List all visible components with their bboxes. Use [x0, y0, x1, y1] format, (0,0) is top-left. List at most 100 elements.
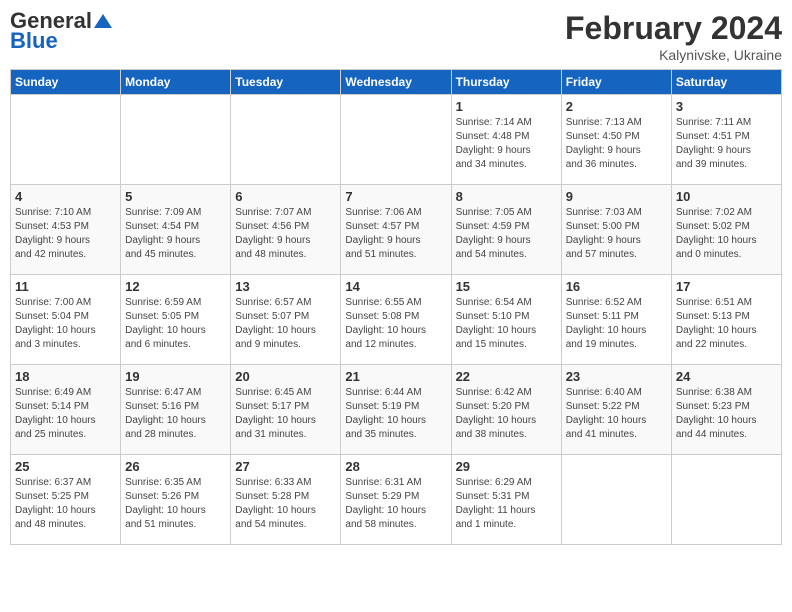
day-info: Sunrise: 6:54 AM Sunset: 5:10 PM Dayligh…: [456, 296, 557, 352]
day-cell: 17 Sunrise: 6:51 AM Sunset: 5:13 PM Dayli…: [671, 275, 781, 365]
day-number: 20: [235, 369, 336, 384]
day-cell: 3 Sunrise: 7:11 AM Sunset: 4:51 PM Daylig…: [671, 95, 781, 185]
calendar-table: SundayMondayTuesdayWednesdayThursdayFrid…: [10, 69, 782, 545]
day-number: 23: [566, 369, 667, 384]
day-info: Sunrise: 7:11 AM Sunset: 4:51 PM Dayligh…: [676, 116, 777, 172]
day-info: Sunrise: 7:14 AM Sunset: 4:48 PM Dayligh…: [456, 116, 557, 172]
day-cell: [341, 95, 451, 185]
day-info: Sunrise: 6:47 AM Sunset: 5:16 PM Dayligh…: [125, 386, 226, 442]
day-number: 5: [125, 189, 226, 204]
day-number: 29: [456, 459, 557, 474]
day-number: 27: [235, 459, 336, 474]
day-cell: 11Sunrise: 7:00 AM Sunset: 5:04 PM Dayli…: [11, 275, 121, 365]
day-number: 22: [456, 369, 557, 384]
day-cell: 21 Sunrise: 6:44 AM Sunset: 5:19 PM Dayli…: [341, 365, 451, 455]
location: Kalynivske, Ukraine: [565, 47, 782, 63]
week-row-3: 18 Sunrise: 6:49 AM Sunset: 5:14 PM Dayli…: [11, 365, 782, 455]
day-cell: 27 Sunrise: 6:33 AM Sunset: 5:28 PM Dayli…: [231, 455, 341, 545]
day-info: Sunrise: 7:10 AM Sunset: 4:53 PM Dayligh…: [15, 206, 116, 262]
day-number: 28: [345, 459, 446, 474]
day-cell: 25 Sunrise: 6:37 AM Sunset: 5:25 PM Dayli…: [11, 455, 121, 545]
day-info: Sunrise: 6:37 AM Sunset: 5:25 PM Dayligh…: [15, 476, 116, 532]
day-info: Sunrise: 7:09 AM Sunset: 4:54 PM Dayligh…: [125, 206, 226, 262]
day-cell: 22Sunrise: 6:42 AM Sunset: 5:20 PM Dayli…: [451, 365, 561, 455]
day-info: Sunrise: 6:35 AM Sunset: 5:26 PM Dayligh…: [125, 476, 226, 532]
day-header-friday: Friday: [561, 70, 671, 95]
day-info: Sunrise: 6:33 AM Sunset: 5:28 PM Dayligh…: [235, 476, 336, 532]
day-header-sunday: Sunday: [11, 70, 121, 95]
day-info: Sunrise: 6:57 AM Sunset: 5:07 PM Dayligh…: [235, 296, 336, 352]
day-number: 2: [566, 99, 667, 114]
logo-icon: [94, 14, 112, 28]
day-cell: [231, 95, 341, 185]
day-info: Sunrise: 7:13 AM Sunset: 4:50 PM Dayligh…: [566, 116, 667, 172]
day-cell: [561, 455, 671, 545]
day-number: 9: [566, 189, 667, 204]
calendar-body: 1Sunrise: 7:14 AM Sunset: 4:48 PM Daylig…: [11, 95, 782, 545]
day-number: 3: [676, 99, 777, 114]
day-cell: [671, 455, 781, 545]
day-cell: 2 Sunrise: 7:13 AM Sunset: 4:50 PM Daylig…: [561, 95, 671, 185]
day-cell: 12Sunrise: 6:59 AM Sunset: 5:05 PM Dayli…: [121, 275, 231, 365]
day-header-tuesday: Tuesday: [231, 70, 341, 95]
day-info: Sunrise: 6:44 AM Sunset: 5:19 PM Dayligh…: [345, 386, 446, 442]
day-number: 21: [345, 369, 446, 384]
day-info: Sunrise: 6:40 AM Sunset: 5:22 PM Dayligh…: [566, 386, 667, 442]
day-info: Sunrise: 6:59 AM Sunset: 5:05 PM Dayligh…: [125, 296, 226, 352]
day-cell: 26Sunrise: 6:35 AM Sunset: 5:26 PM Dayli…: [121, 455, 231, 545]
day-cell: 1Sunrise: 7:14 AM Sunset: 4:48 PM Daylig…: [451, 95, 561, 185]
day-info: Sunrise: 6:49 AM Sunset: 5:14 PM Dayligh…: [15, 386, 116, 442]
day-cell: [121, 95, 231, 185]
day-info: Sunrise: 7:00 AM Sunset: 5:04 PM Dayligh…: [15, 296, 116, 352]
day-info: Sunrise: 6:29 AM Sunset: 5:31 PM Dayligh…: [456, 476, 557, 532]
day-cell: 10 Sunrise: 7:02 AM Sunset: 5:02 PM Dayli…: [671, 185, 781, 275]
title-block: February 2024 Kalynivske, Ukraine: [565, 10, 782, 63]
day-cell: 13 Sunrise: 6:57 AM Sunset: 5:07 PM Dayli…: [231, 275, 341, 365]
page-header: General Blue February 2024 Kalynivske, U…: [10, 10, 782, 63]
week-row-0: 1Sunrise: 7:14 AM Sunset: 4:48 PM Daylig…: [11, 95, 782, 185]
week-row-4: 25 Sunrise: 6:37 AM Sunset: 5:25 PM Dayli…: [11, 455, 782, 545]
logo: General Blue: [10, 10, 112, 52]
week-row-1: 4 Sunrise: 7:10 AM Sunset: 4:53 PM Daylig…: [11, 185, 782, 275]
day-number: 7: [345, 189, 446, 204]
day-cell: 7 Sunrise: 7:06 AM Sunset: 4:57 PM Daylig…: [341, 185, 451, 275]
day-number: 14: [345, 279, 446, 294]
day-cell: 24 Sunrise: 6:38 AM Sunset: 5:23 PM Dayli…: [671, 365, 781, 455]
day-number: 17: [676, 279, 777, 294]
day-number: 16: [566, 279, 667, 294]
day-number: 10: [676, 189, 777, 204]
day-header-thursday: Thursday: [451, 70, 561, 95]
day-cell: 9 Sunrise: 7:03 AM Sunset: 5:00 PM Daylig…: [561, 185, 671, 275]
month-title: February 2024: [565, 10, 782, 47]
day-cell: 14 Sunrise: 6:55 AM Sunset: 5:08 PM Dayli…: [341, 275, 451, 365]
day-cell: [11, 95, 121, 185]
day-cell: 29 Sunrise: 6:29 AM Sunset: 5:31 PM Dayli…: [451, 455, 561, 545]
day-info: Sunrise: 6:45 AM Sunset: 5:17 PM Dayligh…: [235, 386, 336, 442]
day-number: 13: [235, 279, 336, 294]
day-info: Sunrise: 7:05 AM Sunset: 4:59 PM Dayligh…: [456, 206, 557, 262]
day-info: Sunrise: 6:55 AM Sunset: 5:08 PM Dayligh…: [345, 296, 446, 352]
day-info: Sunrise: 7:06 AM Sunset: 4:57 PM Dayligh…: [345, 206, 446, 262]
day-cell: 23 Sunrise: 6:40 AM Sunset: 5:22 PM Dayli…: [561, 365, 671, 455]
day-number: 24: [676, 369, 777, 384]
day-info: Sunrise: 6:38 AM Sunset: 5:23 PM Dayligh…: [676, 386, 777, 442]
day-cell: 4 Sunrise: 7:10 AM Sunset: 4:53 PM Daylig…: [11, 185, 121, 275]
day-number: 4: [15, 189, 116, 204]
day-cell: 19Sunrise: 6:47 AM Sunset: 5:16 PM Dayli…: [121, 365, 231, 455]
day-number: 18: [15, 369, 116, 384]
day-cell: 8 Sunrise: 7:05 AM Sunset: 4:59 PM Daylig…: [451, 185, 561, 275]
day-cell: 16Sunrise: 6:52 AM Sunset: 5:11 PM Dayli…: [561, 275, 671, 365]
day-number: 15: [456, 279, 557, 294]
day-info: Sunrise: 7:02 AM Sunset: 5:02 PM Dayligh…: [676, 206, 777, 262]
day-cell: 20 Sunrise: 6:45 AM Sunset: 5:17 PM Dayli…: [231, 365, 341, 455]
day-header-monday: Monday: [121, 70, 231, 95]
day-number: 8: [456, 189, 557, 204]
day-cell: 15 Sunrise: 6:54 AM Sunset: 5:10 PM Dayli…: [451, 275, 561, 365]
day-info: Sunrise: 7:03 AM Sunset: 5:00 PM Dayligh…: [566, 206, 667, 262]
day-header-wednesday: Wednesday: [341, 70, 451, 95]
day-cell: 18 Sunrise: 6:49 AM Sunset: 5:14 PM Dayli…: [11, 365, 121, 455]
week-row-2: 11Sunrise: 7:00 AM Sunset: 5:04 PM Dayli…: [11, 275, 782, 365]
day-number: 25: [15, 459, 116, 474]
day-number: 6: [235, 189, 336, 204]
day-info: Sunrise: 6:51 AM Sunset: 5:13 PM Dayligh…: [676, 296, 777, 352]
